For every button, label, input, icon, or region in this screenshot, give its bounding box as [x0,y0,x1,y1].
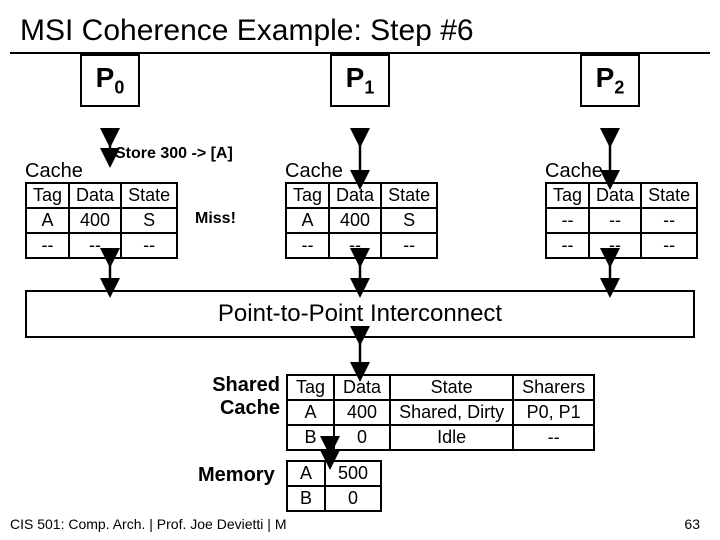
miss-annotation: Miss! [195,210,236,228]
cache-label-p2: Cache [545,160,603,183]
cache-table-p0: TagDataState A400S ------ [25,182,178,259]
cache-label-p1: Cache [285,160,343,183]
footer-text: CIS 501: Comp. Arch. | Prof. Joe Deviett… [10,516,287,532]
page-number: 63 [684,516,700,532]
cache-label-p0: Cache [25,160,83,183]
cache-table-p2: TagDataState ------ ------ [545,182,698,259]
processor-p0: P0 [80,54,140,107]
processor-p1: P1 [330,54,390,107]
cache-table-p1: TagDataState A400S ------ [285,182,438,259]
shared-cache-table: TagDataStateSharers A400Shared, DirtyP0,… [286,374,595,451]
memory-label: Memory [198,464,275,487]
slide-title: MSI Coherence Example: Step #6 [10,0,710,54]
shared-cache-label: SharedCache [200,374,280,420]
interconnect-box: Point-to-Point Interconnect [25,290,695,338]
memory-table: A500 B0 [286,460,382,512]
store-annotation: Store 300 -> [A] [115,145,233,163]
processor-p2: P2 [580,54,640,107]
